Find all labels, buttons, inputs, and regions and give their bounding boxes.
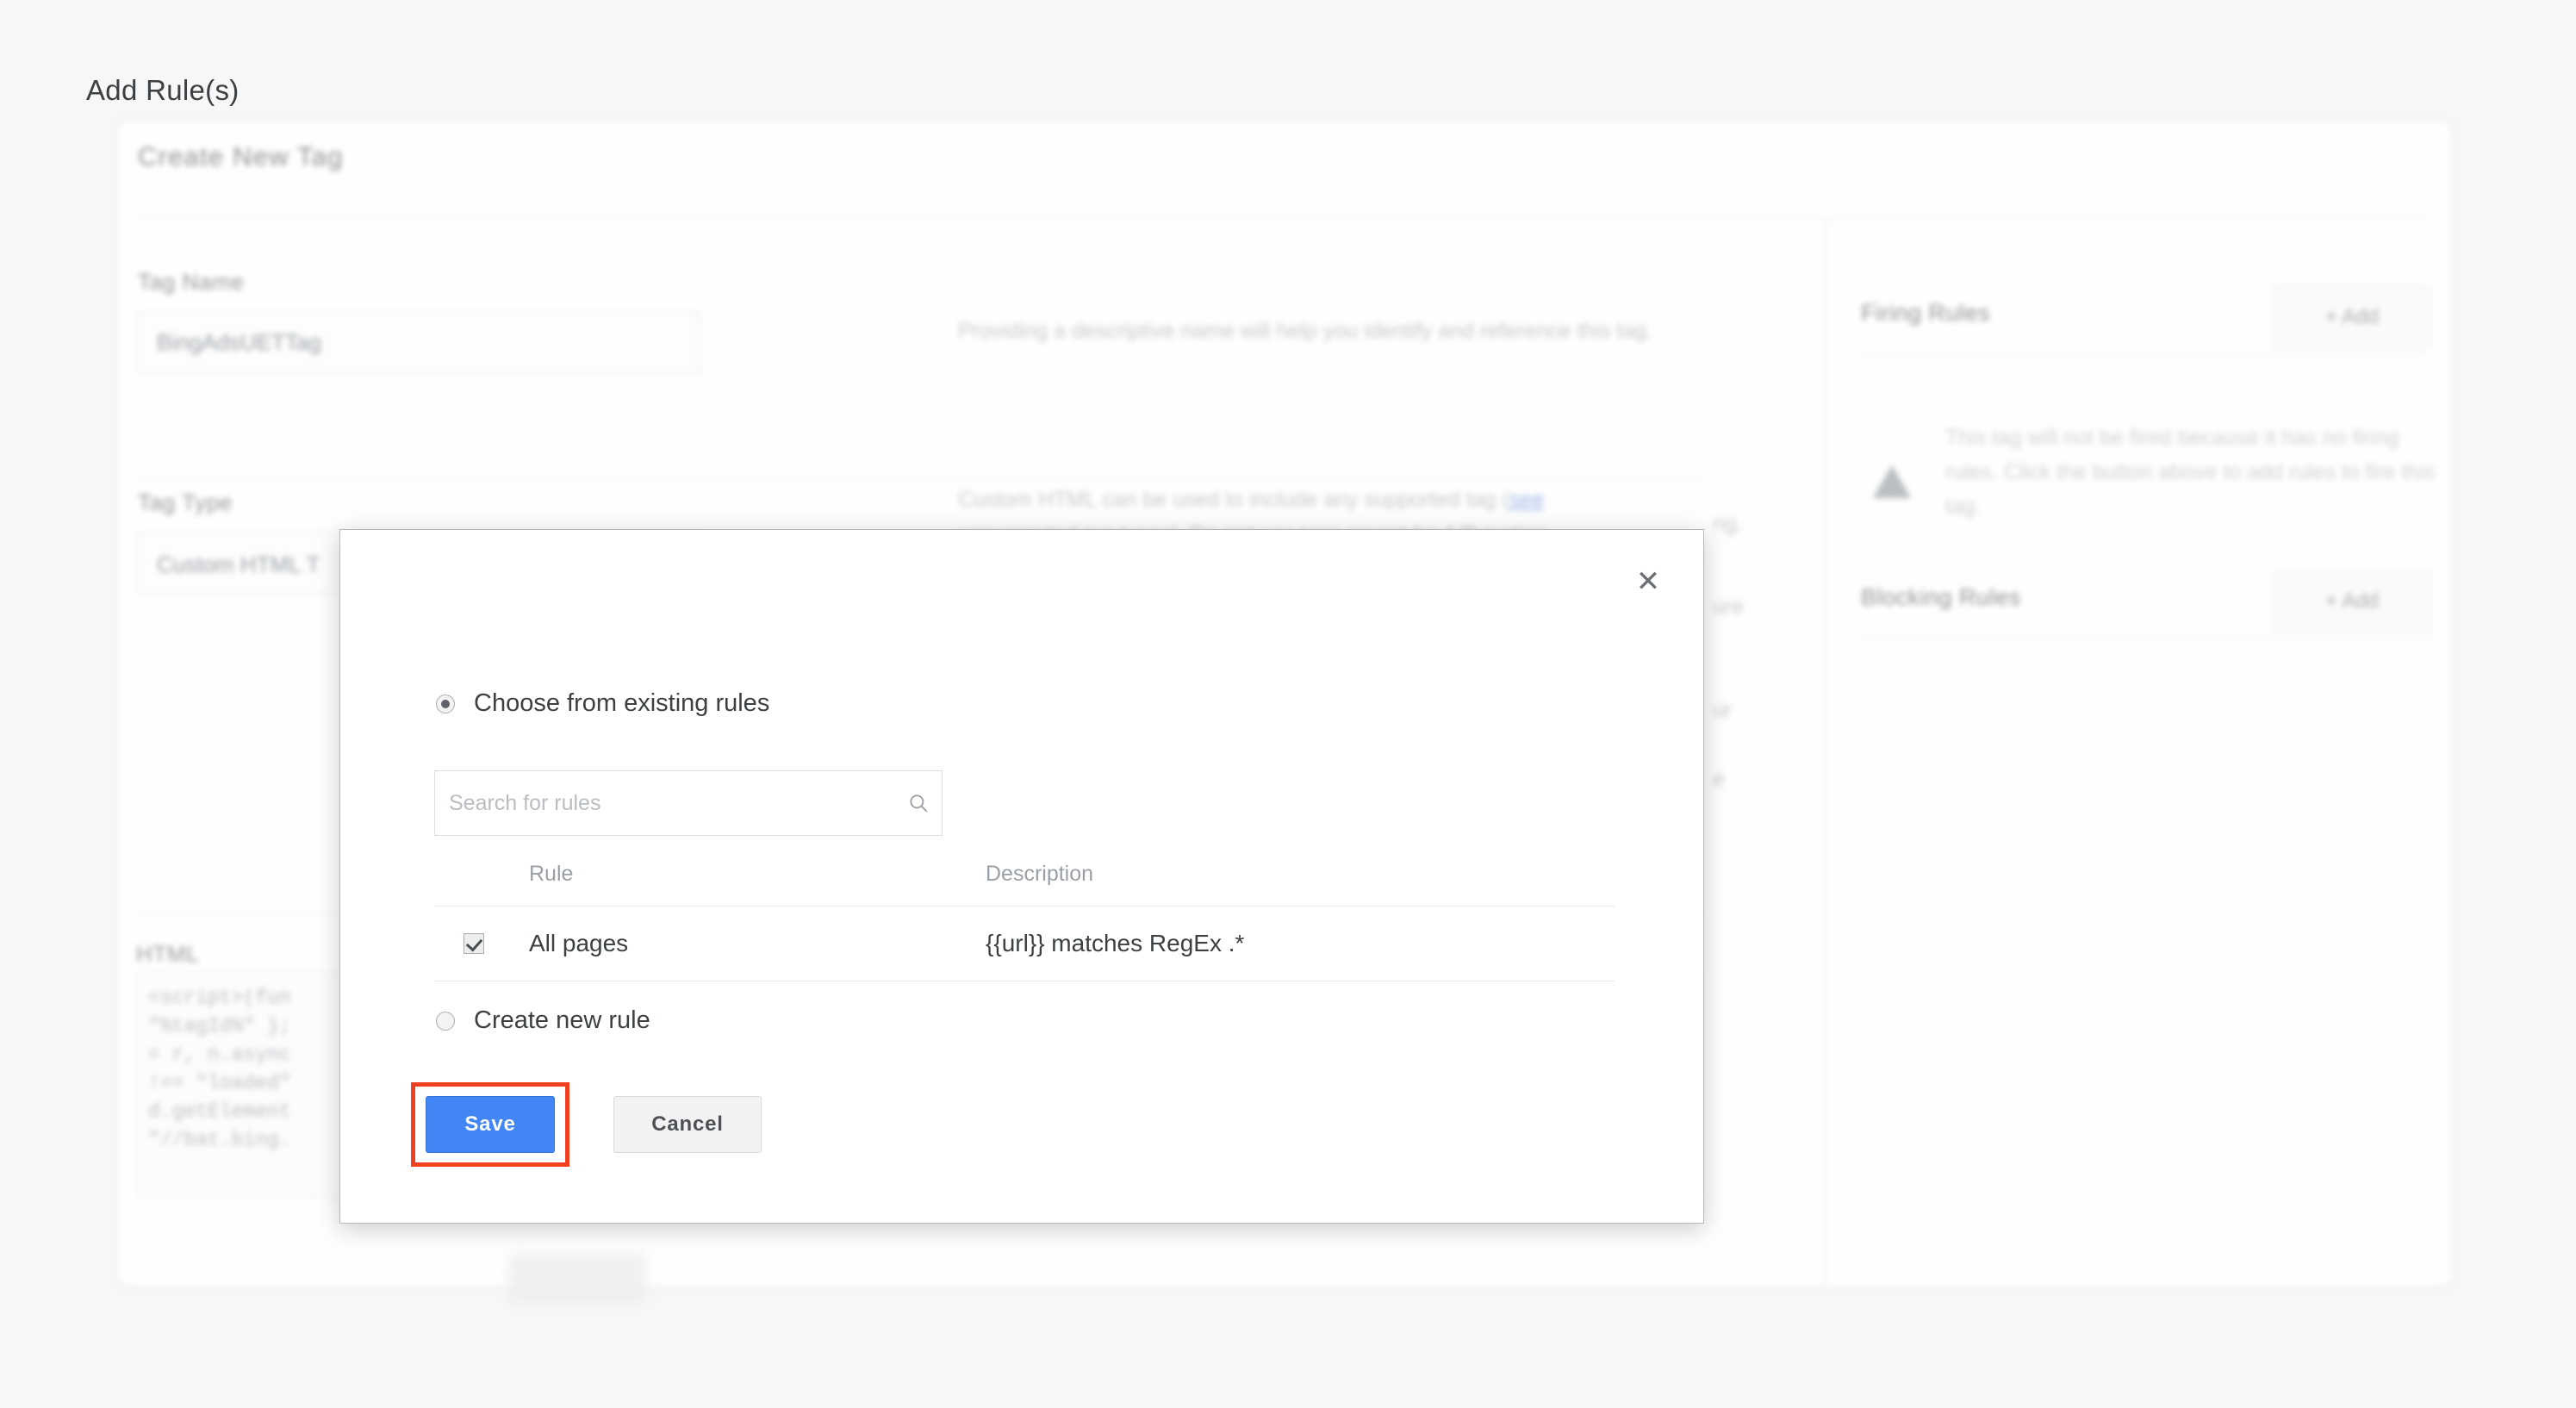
checkbox-icon[interactable] <box>464 933 484 954</box>
radio-choose-existing-icon[interactable] <box>436 695 455 713</box>
cell-rule-description: {{url}} matches RegEx .* <box>986 930 1615 957</box>
screen: Create New Tag Tag Name BingAdsUETTag Pr… <box>0 0 2576 1408</box>
option-choose-existing[interactable]: Choose from existing rules <box>436 689 769 718</box>
column-header-rule: Rule <box>529 862 986 887</box>
radio-create-new-icon[interactable] <box>436 1012 455 1031</box>
option-choose-existing-label: Choose from existing rules <box>474 689 769 718</box>
close-icon[interactable]: ✕ <box>1631 564 1665 599</box>
cancel-button[interactable]: Cancel <box>613 1096 762 1153</box>
row-checkbox-cell[interactable] <box>434 933 529 954</box>
table-row[interactable]: All pages {{url}} matches RegEx .* <box>434 906 1615 981</box>
rules-search-box[interactable] <box>434 770 943 836</box>
rules-table: Rule Description All pages {{url}} match… <box>434 862 1615 981</box>
search-input[interactable] <box>435 771 895 835</box>
column-header-description: Description <box>986 862 1615 887</box>
cell-rule-name: All pages <box>529 930 986 957</box>
table-header-row: Rule Description <box>434 862 1615 906</box>
search-icon[interactable] <box>895 792 942 814</box>
option-create-new[interactable]: Create new rule <box>436 1006 650 1035</box>
table-header-checkbox-cell <box>434 862 529 887</box>
save-button[interactable]: Save <box>426 1096 555 1153</box>
option-create-new-label: Create new rule <box>474 1006 650 1035</box>
modal-title: Add Rule(s) <box>86 74 240 107</box>
